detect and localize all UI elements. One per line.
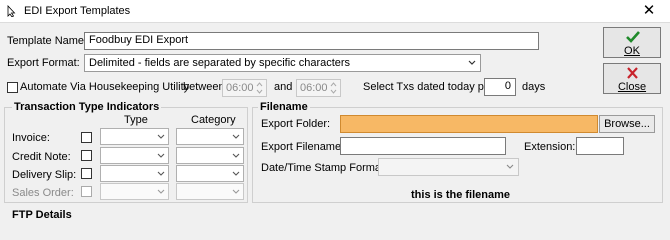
end-time-spinner[interactable]: 06:00 [296,79,341,97]
sales-order-type-select[interactable] [100,183,169,200]
between-label: between [183,81,225,93]
template-name-label: Template Name: [7,35,88,47]
chevron-down-icon [157,153,165,158]
spin-up-icon[interactable] [328,81,339,88]
close-button[interactable]: Close [603,63,661,94]
extension-label: Extension: [524,141,576,153]
browse-button[interactable]: Browse... [599,115,655,133]
housekeeping-checkbox[interactable] [7,82,18,93]
export-format-label: Export Format: [7,57,80,69]
export-folder-input[interactable] [340,115,598,133]
ok-label: OK [624,45,640,57]
chevron-down-icon [232,134,240,139]
invoice-category-select[interactable] [176,128,244,145]
chevron-down-icon [468,60,476,65]
invoice-type-select[interactable] [100,128,169,145]
datetime-format-select[interactable] [378,158,519,176]
filename-title: Filename [258,101,310,113]
category-header: Category [191,114,236,126]
chevron-down-icon [232,153,240,158]
export-format-value: Delimited - fields are separated by spec… [89,57,351,69]
template-name-input[interactable]: Foodbuy EDI Export [84,32,539,50]
export-format-select[interactable]: Delimited - fields are separated by spec… [84,54,481,72]
invoice-label: Invoice: [12,132,50,144]
datetime-format-label: Date/Time Stamp Format: [261,162,388,174]
delivery-slip-type-select[interactable] [100,165,169,182]
spin-down-icon[interactable] [254,88,265,95]
export-filename-label: Export Filename: [261,141,345,153]
start-time-spinner[interactable]: 06:00 [222,79,267,97]
start-time-value: 06:00 [226,82,254,94]
sales-order-category-select[interactable] [176,183,244,200]
app-icon [7,5,16,17]
days-label: days [522,81,546,93]
delivery-slip-checkbox[interactable] [81,168,92,179]
export-filename-input[interactable] [340,137,506,155]
invoice-checkbox[interactable] [81,132,92,143]
ftp-details-title: FTP Details [10,209,74,221]
end-time-value: 06:00 [300,82,328,94]
chevron-down-icon [232,171,240,176]
chevron-down-icon [232,189,240,194]
window-title: EDI Export Templates [24,5,131,17]
check-icon [626,31,640,43]
chevron-down-icon [157,189,165,194]
spin-down-icon[interactable] [328,88,339,95]
type-header: Type [124,114,148,126]
export-folder-label: Export Folder: [261,118,331,130]
spin-up-icon[interactable] [254,81,265,88]
and-label: and [274,81,293,93]
close-x-icon [627,67,638,79]
delivery-slip-label: Delivery Slip: [12,169,77,181]
ok-button[interactable]: OK [603,27,661,58]
select-txs-label: Select Txs dated today plus [363,81,498,93]
chevron-down-icon [506,164,514,169]
sales-order-checkbox[interactable] [81,186,92,197]
filename-preview: this is the filename [411,189,511,201]
credit-note-label: Credit Note: [12,151,71,163]
title-bar: EDI Export Templates ✕ [0,0,670,23]
credit-note-checkbox[interactable] [81,150,92,161]
credit-note-category-select[interactable] [176,147,244,164]
housekeeping-label: Automate Via Housekeeping Utility [20,81,190,93]
sales-order-label: Sales Order: [12,187,74,199]
chevron-down-icon [157,171,165,176]
extension-input[interactable] [576,137,624,155]
delivery-slip-category-select[interactable] [176,165,244,182]
chevron-down-icon [157,134,165,139]
close-label: Close [617,81,647,93]
close-window-icon[interactable]: ✕ [634,1,664,21]
transaction-type-title: Transaction Type Indicators [12,101,162,113]
days-input[interactable]: 0 [484,78,516,96]
credit-note-type-select[interactable] [100,147,169,164]
